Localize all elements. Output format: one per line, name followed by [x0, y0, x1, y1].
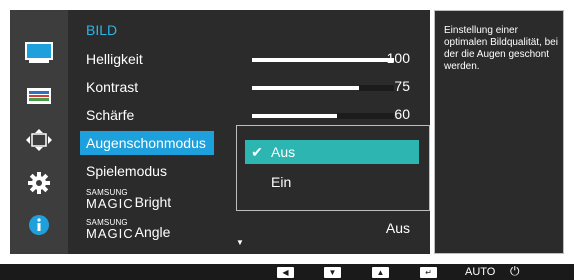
menu-item-label: SAMSUNG MAGIC Angle [80, 218, 171, 241]
sidebar-item-picture[interactable] [19, 36, 59, 70]
sidebar-item-size-position[interactable] [19, 123, 59, 157]
help-text: Einstellung einer optimalen Bildqualität… [444, 25, 558, 72]
enter-icon: ↵ [425, 268, 432, 277]
sidebar-item-information[interactable] [19, 208, 59, 242]
up-arrow-icon: ▲ [376, 268, 385, 277]
brightness-slider[interactable] [252, 58, 394, 62]
sidebar-item-color[interactable] [19, 79, 59, 113]
up-arrow-button[interactable]: ▲ [372, 267, 389, 278]
monitor-icon [25, 42, 53, 63]
menu-title: BILD [86, 22, 118, 38]
scroll-down-icon[interactable]: ▼ [236, 238, 244, 247]
help-panel: Einstellung einer optimalen Bildqualität… [434, 10, 564, 254]
brightness-value: 100 [386, 50, 410, 66]
osd-menu: BILD Helligkeit 100 Kontrast 75 Schärfe … [0, 0, 574, 258]
gear-icon [28, 172, 50, 194]
contrast-value: 75 [394, 78, 410, 94]
control-button-bar: ◀ ▼ ▲ ↵ AUTO ⏻ [0, 264, 574, 280]
enter-button[interactable]: ↵ [420, 267, 437, 278]
magic-angle-word: Angle [134, 223, 171, 240]
menu-item-contrast[interactable]: Kontrast 75 [80, 74, 422, 100]
magic-bright-word: Bright [134, 193, 172, 210]
magic-angle-value: Aus [385, 220, 410, 236]
magic-wordmark: MAGIC [86, 195, 134, 211]
dropdown-option-on[interactable]: Ein [245, 170, 419, 194]
dropdown-option-label: Ein [271, 174, 292, 190]
down-arrow-button[interactable]: ▼ [324, 267, 341, 278]
sidebar-item-settings[interactable] [19, 166, 59, 200]
sidebar [10, 10, 68, 254]
menu-item-label: Spielemodus [86, 163, 167, 179]
dropdown-option-label: Aus [271, 144, 296, 160]
resize-arrows-icon [26, 129, 52, 151]
dropdown-option-off[interactable]: ✔ Aus [245, 140, 419, 164]
menu-item-label: Schärfe [86, 107, 135, 123]
left-arrow-button[interactable]: ◀ [277, 267, 294, 278]
eye-saver-dropdown: ✔ Aus Ein [236, 125, 430, 211]
left-arrow-icon: ◀ [282, 268, 289, 277]
info-icon [29, 215, 49, 235]
color-bars-icon [27, 88, 51, 104]
menu-item-magic-angle[interactable]: SAMSUNG MAGIC Angle Aus [80, 216, 422, 242]
menu-item-label: Kontrast [86, 79, 139, 95]
contrast-slider[interactable] [252, 85, 394, 91]
sharpness-slider[interactable] [252, 113, 394, 119]
sharpness-value: 60 [394, 106, 410, 122]
power-button[interactable]: ⏻ [510, 264, 520, 278]
menu-item-brightness[interactable]: Helligkeit 100 [80, 46, 422, 72]
magic-wordmark: MAGIC [86, 225, 134, 241]
power-icon: ⏻ [510, 264, 520, 278]
checkmark-icon: ✔ [251, 143, 263, 160]
menu-item-label: SAMSUNG MAGIC Bright [80, 188, 172, 211]
auto-button[interactable]: AUTO [465, 266, 495, 278]
menu-item-label: Helligkeit [86, 51, 143, 67]
down-arrow-icon: ▼ [328, 268, 337, 277]
menu-item-label: Augenschonmodus [80, 131, 214, 155]
